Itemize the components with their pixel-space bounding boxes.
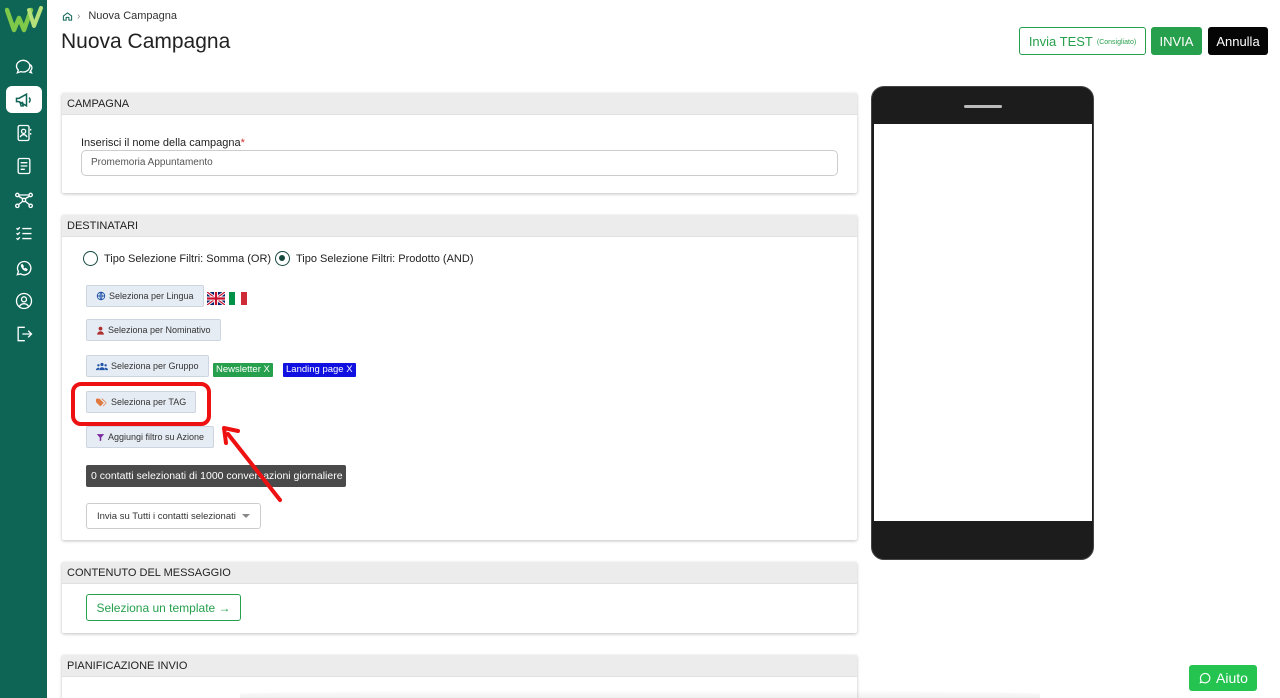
logout-icon[interactable]	[6, 320, 42, 347]
radio-or[interactable]: Tipo Selezione Filtri: Somma (OR)	[83, 251, 271, 266]
campaign-name-label-text: Inserisci il nome della campagna	[81, 137, 241, 149]
phone-preview	[871, 86, 1094, 560]
select-by-language-label: Seleziona per Lingua	[109, 291, 194, 301]
sidebar	[0, 0, 47, 698]
help-label: Aiuto	[1216, 670, 1248, 686]
tag-landing-page[interactable]: Landing page X	[283, 363, 356, 377]
whatsapp-icon[interactable]	[6, 254, 42, 281]
phone-screen	[874, 124, 1092, 521]
send-test-button[interactable]: Invia TEST (Consigliato)	[1019, 27, 1146, 55]
radio-and-label: Tipo Selezione Filtri: Prodotto (AND)	[296, 252, 474, 265]
select-by-name-button[interactable]: Seleziona per Nominativo	[86, 319, 221, 341]
select-by-name-label: Seleziona per Nominativo	[108, 325, 211, 335]
radio-and[interactable]: Tipo Selezione Filtri: Prodotto (AND)	[275, 251, 474, 266]
campaign-card-header: CAMPAGNA	[62, 93, 857, 115]
flow-icon[interactable]	[6, 186, 42, 213]
breadcrumb: › Nuova Campagna	[62, 10, 177, 22]
radio-or-label: Tipo Selezione Filtri: Somma (OR)	[104, 252, 272, 265]
help-button[interactable]: Aiuto	[1189, 665, 1257, 691]
chevron-right-icon: ›	[77, 10, 81, 22]
megaphone-icon[interactable]	[6, 86, 42, 113]
add-action-filter-button[interactable]: Aggiungi filtro su Azione	[86, 426, 215, 448]
whatsapp-icon	[1199, 672, 1211, 684]
user-icon	[97, 326, 104, 335]
select-template-button[interactable]: Seleziona un template →	[86, 594, 241, 621]
page-title: Nuova Campagna	[61, 30, 231, 53]
red-arrow-icon	[222, 426, 282, 502]
checklist-icon[interactable]	[6, 220, 42, 247]
uk-flag-icon[interactable]	[207, 292, 225, 305]
recipients-card: DESTINATARI Tipo Selezione Filtri: Somma…	[62, 215, 857, 540]
globe-icon	[96, 291, 106, 301]
select-by-group-label: Seleziona per Gruppo	[111, 361, 199, 371]
recipients-card-header: DESTINATARI	[62, 215, 857, 237]
scroll-shadow	[240, 690, 1040, 698]
select-by-group-button[interactable]: Seleziona per Gruppo	[86, 355, 209, 377]
content-card-header: CONTENUTO DEL MESSAGGIO	[62, 562, 857, 584]
select-by-language-button[interactable]: Seleziona per Lingua	[86, 285, 204, 307]
campaign-name-input[interactable]: Promemoria Appuntamento	[81, 150, 838, 176]
send-option-value: Invia su Tutti i contatti selezionati	[97, 510, 236, 522]
content-card: CONTENUTO DEL MESSAGGIO Seleziona un tem…	[62, 562, 857, 633]
schedule-card-header: PIANIFICAZIONE INVIO	[62, 655, 857, 677]
caret-down-icon	[241, 514, 250, 518]
filter-icon	[96, 433, 105, 441]
send-test-label: Invia TEST	[1028, 33, 1093, 49]
add-action-filter-label: Aggiungi filtro su Azione	[108, 432, 205, 442]
radio-or-circle[interactable]	[83, 251, 98, 266]
campaign-name-label: Inserisci il nome della campagna*	[81, 137, 245, 149]
campaign-card: CAMPAGNA Inserisci il nome della campagn…	[62, 93, 857, 193]
italy-flag-icon[interactable]	[229, 292, 247, 305]
document-icon[interactable]	[6, 152, 42, 179]
radio-and-circle[interactable]	[275, 251, 290, 266]
breadcrumb-current: Nuova Campagna	[88, 10, 178, 22]
user-circle-icon[interactable]	[6, 287, 42, 314]
send-test-note: (Consigliato)	[1096, 39, 1137, 46]
required-marker: *	[240, 137, 245, 149]
users-icon	[96, 362, 108, 370]
cancel-button[interactable]: Annulla	[1208, 27, 1268, 55]
contacts-icon[interactable]	[6, 119, 42, 146]
phone-speaker	[964, 105, 1002, 108]
home-icon[interactable]	[62, 11, 73, 22]
chat-icon[interactable]	[6, 53, 42, 80]
highlight-annotation	[71, 382, 211, 426]
send-button[interactable]: INVIA	[1151, 27, 1202, 55]
brand-logo[interactable]	[5, 6, 43, 34]
tag-newsletter[interactable]: Newsletter X	[213, 363, 273, 377]
